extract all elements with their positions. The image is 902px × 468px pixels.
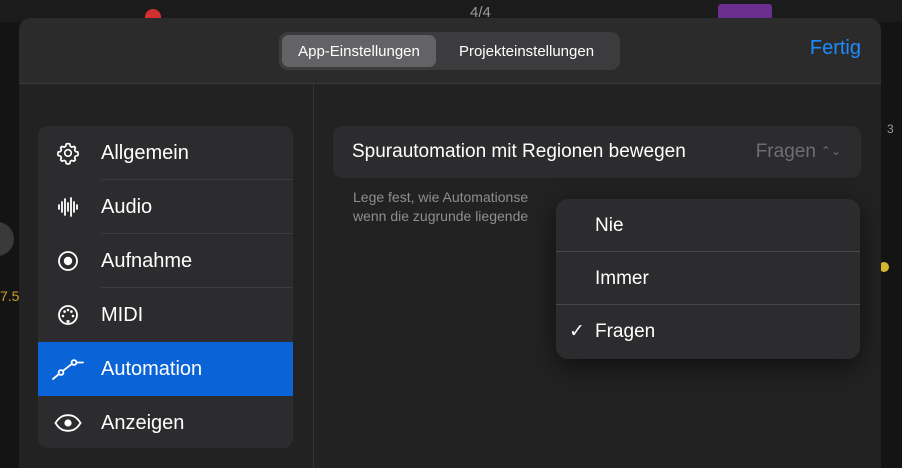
eye-icon (54, 411, 82, 435)
background-number-right: 3 (887, 122, 894, 136)
sheet-header: App-Einstellungen Projekteinstellungen F… (19, 18, 881, 84)
checkmark-icon: ✓ (569, 321, 585, 342)
done-button[interactable]: Fertig (810, 37, 861, 60)
menu-option-label: Fragen (595, 321, 656, 342)
gear-icon (56, 141, 80, 165)
record-icon (56, 249, 80, 273)
sidebar-area: Allgemein Audio Aufnahme MIDI Automation… (19, 84, 314, 468)
sidebar-item-label: MIDI (101, 304, 144, 326)
sidebar-item-midi[interactable]: MIDI (38, 288, 293, 342)
sidebar-item-label: Automation (101, 358, 203, 380)
sidebar-item-label: Audio (101, 196, 153, 218)
automation-icon (52, 357, 84, 381)
setting-value-popup-button[interactable]: Fragen ⌃⌄ (756, 126, 841, 178)
sidebar-item-anzeigen[interactable]: Anzeigen (38, 396, 293, 448)
settings-sidebar: Allgemein Audio Aufnahme MIDI Automation… (38, 126, 293, 448)
background-knob (0, 222, 14, 256)
midi-icon (56, 303, 80, 327)
setting-label: Spurautomation mit Regionen bewegen (352, 141, 686, 162)
background-number-left: 7.5 (0, 288, 20, 304)
setting-row-track-automation: Spurautomation mit Regionen bewegen Frag… (333, 126, 861, 178)
options-popup-menu: Nie Immer ✓ Fragen (556, 199, 860, 359)
sidebar-item-audio[interactable]: Audio (38, 180, 293, 234)
chevron-up-down-icon: ⌃⌄ (820, 144, 841, 158)
settings-scope-segmented-control: App-Einstellungen Projekteinstellungen (279, 32, 620, 70)
waveform-icon (56, 195, 80, 219)
sidebar-item-automation[interactable]: Automation (38, 342, 293, 396)
tab-project-settings[interactable]: Projekteinstellungen (436, 35, 617, 67)
settings-sheet: App-Einstellungen Projekteinstellungen F… (19, 18, 881, 468)
menu-option-label: Immer (595, 268, 649, 289)
sidebar-item-label: Aufnahme (101, 250, 193, 272)
sidebar-item-label: Anzeigen (101, 412, 185, 434)
sidebar-item-allgemein[interactable]: Allgemein (38, 126, 293, 180)
sidebar-item-label: Allgemein (101, 142, 189, 164)
menu-option-nie[interactable]: Nie (556, 199, 860, 252)
setting-value: Fragen (755, 141, 816, 162)
sidebar-item-aufnahme[interactable]: Aufnahme (38, 234, 293, 288)
tab-app-settings[interactable]: App-Einstellungen (282, 35, 436, 67)
menu-option-immer[interactable]: Immer (556, 252, 860, 305)
menu-option-fragen[interactable]: ✓ Fragen (556, 305, 860, 358)
menu-option-label: Nie (595, 215, 624, 236)
